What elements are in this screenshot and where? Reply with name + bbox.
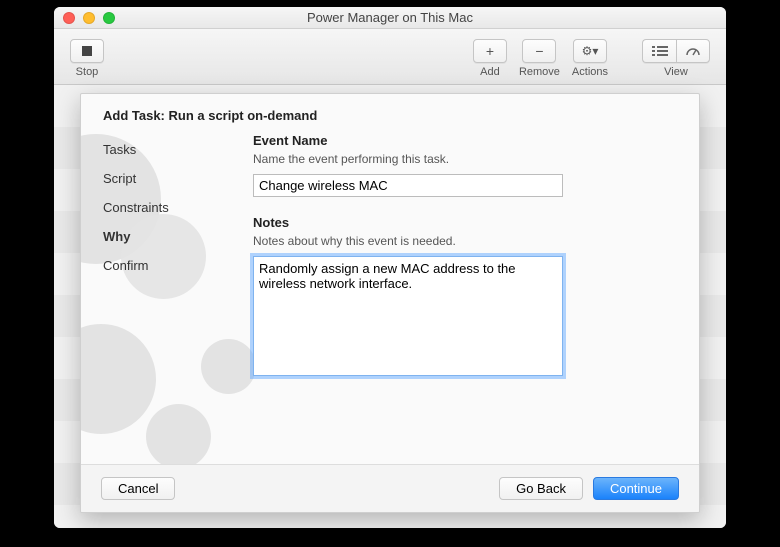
stop-button[interactable]: Stop — [64, 35, 110, 78]
minus-icon: − — [522, 39, 556, 63]
step-confirm[interactable]: Confirm — [103, 251, 253, 280]
event-name-label: Event Name — [253, 133, 677, 148]
close-window-button[interactable] — [63, 12, 75, 24]
remove-label: Remove — [519, 66, 560, 78]
stop-label: Stop — [76, 66, 99, 78]
step-why[interactable]: Why — [103, 222, 253, 251]
continue-button[interactable]: Continue — [593, 477, 679, 500]
gauge-view-icon — [676, 39, 710, 63]
add-button[interactable]: + Add — [467, 35, 513, 78]
actions-label: Actions — [572, 66, 608, 78]
list-view-icon — [642, 39, 676, 63]
event-name-desc: Name the event performing this task. — [253, 152, 677, 166]
step-constraints[interactable]: Constraints — [103, 193, 253, 222]
actions-button[interactable]: ⚙︎▾ Actions — [566, 35, 614, 78]
sheet-title: Add Task: Run a script on-demand — [81, 94, 699, 131]
window-title: Power Manager on This Mac — [54, 10, 726, 25]
remove-button[interactable]: − Remove — [513, 35, 566, 78]
notes-textarea[interactable] — [253, 256, 563, 376]
minimize-window-button[interactable] — [83, 12, 95, 24]
view-button[interactable]: View — [636, 35, 716, 78]
stop-icon — [70, 39, 104, 63]
wizard-steps: Tasks Script Constraints Why Confirm — [103, 131, 253, 379]
sheet-footer: Cancel Go Back Continue — [81, 464, 699, 512]
view-label: View — [664, 66, 688, 78]
toolbar: Stop + Add − Remove ⚙︎▾ Actions — [54, 29, 726, 85]
app-window: Power Manager on This Mac Stop + Add − R… — [54, 7, 726, 528]
add-label: Add — [480, 66, 500, 78]
notes-label: Notes — [253, 215, 677, 230]
step-tasks[interactable]: Tasks — [103, 135, 253, 164]
gear-icon: ⚙︎▾ — [573, 39, 607, 63]
step-script[interactable]: Script — [103, 164, 253, 193]
form-area: Event Name Name the event performing thi… — [253, 131, 677, 379]
plus-icon: + — [473, 39, 507, 63]
add-task-sheet: Add Task: Run a script on-demand Tasks S… — [80, 93, 700, 513]
traffic-lights — [63, 12, 115, 24]
event-name-input[interactable] — [253, 174, 563, 197]
go-back-button[interactable]: Go Back — [499, 477, 583, 500]
zoom-window-button[interactable] — [103, 12, 115, 24]
content-background: Add Task: Run a script on-demand Tasks S… — [54, 85, 726, 528]
title-bar: Power Manager on This Mac — [54, 7, 726, 29]
notes-desc: Notes about why this event is needed. — [253, 234, 677, 248]
decoration-blob — [146, 404, 211, 469]
cancel-button[interactable]: Cancel — [101, 477, 175, 500]
